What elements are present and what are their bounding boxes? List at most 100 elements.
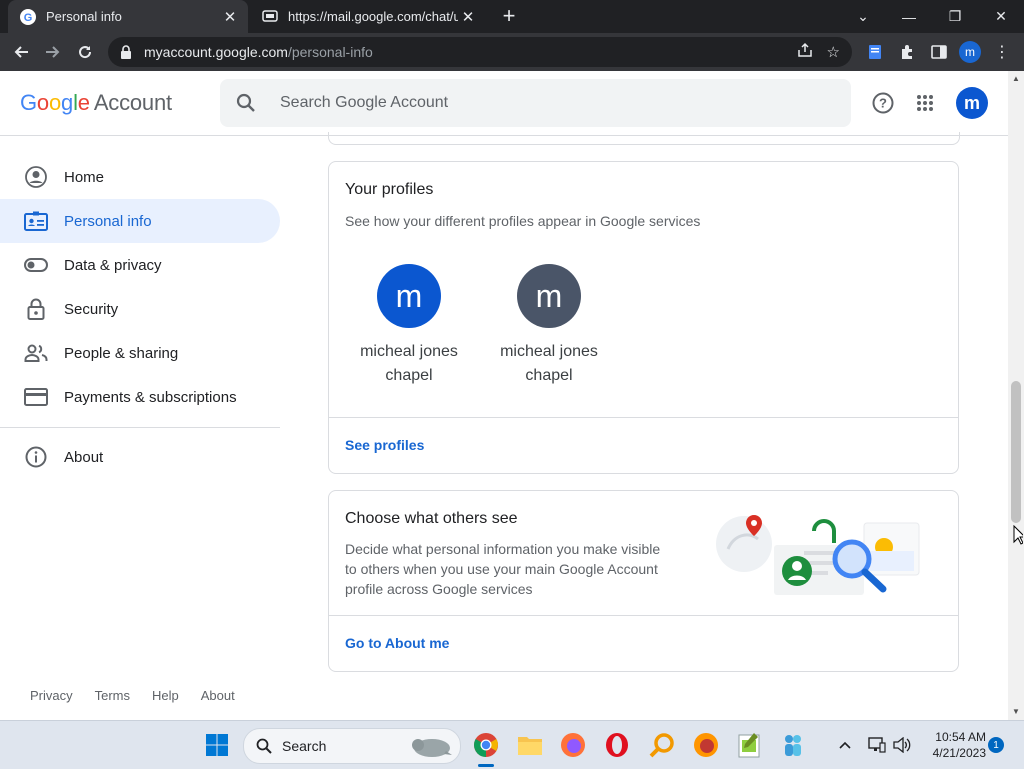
sidebar-item-people-sharing[interactable]: People & sharing: [0, 331, 280, 375]
sidebar-item-security[interactable]: Security: [0, 287, 280, 331]
search-input[interactable]: [278, 93, 802, 113]
bookmark-star-icon[interactable]: ☆: [827, 43, 840, 61]
sidebar-item-data-privacy[interactable]: Data & privacy: [0, 243, 280, 287]
close-tab-icon[interactable]: ✕: [458, 8, 478, 26]
go-to-about-me-link[interactable]: Go to About me: [345, 635, 449, 651]
forward-arrow-icon[interactable]: [38, 37, 68, 67]
address-bar[interactable]: myaccount.google.com/personal-info ☆: [108, 37, 852, 67]
profile-name-line2: chapel: [525, 367, 573, 384]
profile-name: micheal jones chapel: [339, 340, 479, 388]
sidebar-item-label: Home: [64, 168, 105, 186]
close-window-icon[interactable]: ✕: [978, 0, 1024, 33]
footer-links: Privacy Terms Help About: [30, 688, 235, 703]
apps-grid-icon[interactable]: [909, 87, 941, 119]
profile-entry[interactable]: m micheal jones chapel: [479, 264, 619, 388]
profile-name: micheal jones chapel: [479, 340, 619, 388]
browser-menu-icon[interactable]: ⋮: [987, 37, 1017, 67]
search-icon[interactable]: [236, 93, 264, 113]
previous-card-bottom: [328, 132, 960, 145]
browser-tab-strip: G Personal info ✕ https://mail.google.co…: [0, 0, 1024, 33]
google-account-logo[interactable]: Google Account: [20, 90, 172, 116]
scroll-up-arrow-icon[interactable]: ▲: [1008, 71, 1024, 87]
footer-link-about[interactable]: About: [201, 688, 235, 703]
google-favicon-icon: G: [20, 8, 36, 25]
privacy-illustration: [714, 509, 924, 601]
card-divider: [329, 615, 958, 616]
search-tool-icon[interactable]: [646, 729, 678, 761]
taskbar-clock[interactable]: 10:54 AM 4/21/2023: [920, 729, 986, 761]
account-search-box[interactable]: [220, 79, 851, 127]
back-arrow-icon[interactable]: [6, 37, 36, 67]
restore-icon[interactable]: ❐: [932, 0, 978, 33]
sidebar-item-label: Personal info: [64, 212, 152, 230]
your-profiles-card: Your profiles See how your different pro…: [328, 161, 959, 474]
sidebar-item-personal-info[interactable]: Personal info: [0, 199, 280, 243]
profile-avatar: m: [517, 264, 581, 328]
sidebar-item-about[interactable]: About: [0, 435, 280, 479]
extensions-puzzle-icon[interactable]: [892, 37, 922, 67]
help-icon[interactable]: ?: [867, 87, 899, 119]
side-panel-icon[interactable]: [924, 37, 954, 67]
file-explorer-icon[interactable]: [514, 729, 546, 761]
tab-title: https://mail.google.com/chat/u/0: [288, 9, 458, 24]
profile-name-line1: micheal jones: [360, 343, 458, 360]
account-circle-icon: [24, 165, 48, 189]
search-highlight-manatee-icon: [408, 733, 454, 759]
card-title: Choose what others see: [345, 510, 518, 527]
volume-icon[interactable]: [891, 729, 913, 761]
clock-time: 10:54 AM: [935, 730, 986, 744]
minimize-icon[interactable]: —: [886, 0, 932, 33]
url-path: /personal-info: [287, 44, 373, 60]
browser-profile-button[interactable]: m: [955, 37, 985, 67]
tab-mail-chat[interactable]: https://mail.google.com/chat/u/0 ✕: [250, 0, 486, 33]
docs-extension-icon[interactable]: [860, 37, 890, 67]
url-host: myaccount.google.com: [144, 44, 288, 60]
credit-card-icon: [24, 385, 48, 409]
choose-what-others-see-card: Choose what others see Decide what perso…: [328, 490, 959, 672]
opera-icon[interactable]: [601, 729, 633, 761]
reload-icon[interactable]: [70, 37, 100, 67]
footer-link-privacy[interactable]: Privacy: [30, 688, 73, 703]
svg-text:?: ?: [879, 96, 887, 111]
profile-name-line1: micheal jones: [500, 343, 598, 360]
sidebar-item-label: People & sharing: [64, 344, 179, 362]
scroll-down-arrow-icon[interactable]: ▼: [1008, 704, 1024, 720]
clock-date: 4/21/2023: [932, 746, 986, 760]
sidebar-item-home[interactable]: Home: [0, 155, 280, 199]
svg-text:G: G: [24, 12, 33, 24]
chat-favicon-icon: [262, 9, 278, 25]
description-line: to others when you use your main Google …: [345, 561, 658, 577]
notification-badge[interactable]: 1: [988, 737, 1004, 753]
profile-entry[interactable]: m micheal jones chapel: [339, 264, 479, 388]
taskbar-search-box[interactable]: Search: [243, 728, 461, 764]
card-title: Your profiles: [345, 181, 434, 198]
info-icon: [24, 445, 48, 469]
windows-taskbar: Search 10:54 AM 4/21/2023 1: [0, 720, 1024, 769]
new-tab-icon[interactable]: +: [498, 4, 520, 28]
tab-search-chevron-icon[interactable]: ⌄: [840, 0, 886, 33]
notepad-plus-icon[interactable]: [733, 729, 765, 761]
scrollbar-thumb[interactable]: [1011, 381, 1021, 523]
footer-link-terms[interactable]: Terms: [95, 688, 130, 703]
sidebar-item-payments[interactable]: Payments & subscriptions: [0, 375, 280, 419]
chrome-taskbar-icon[interactable]: [470, 729, 502, 761]
tab-personal-info[interactable]: G Personal info ✕: [8, 0, 248, 33]
people-icon: [24, 341, 48, 365]
firefox-dev-icon[interactable]: [557, 729, 589, 761]
mouse-cursor: [1013, 524, 1024, 545]
close-tab-icon[interactable]: ✕: [220, 8, 240, 26]
sidebar-item-label: Security: [64, 300, 119, 318]
network-icon[interactable]: [866, 729, 888, 761]
lock-icon[interactable]: [120, 45, 134, 59]
card-description: See how your different profiles appear i…: [345, 213, 701, 229]
account-header: GoogleAccount ? m: [0, 71, 1008, 136]
firefox-icon[interactable]: [690, 729, 722, 761]
page-scrollbar[interactable]: ▲ ▼: [1008, 71, 1024, 720]
windows-start-icon[interactable]: [201, 729, 233, 761]
people-app-icon[interactable]: [777, 729, 809, 761]
tray-overflow-chevron-icon[interactable]: [836, 729, 854, 761]
account-avatar[interactable]: m: [956, 87, 988, 119]
share-icon[interactable]: [797, 42, 813, 62]
see-profiles-link[interactable]: See profiles: [345, 437, 424, 453]
footer-link-help[interactable]: Help: [152, 688, 179, 703]
